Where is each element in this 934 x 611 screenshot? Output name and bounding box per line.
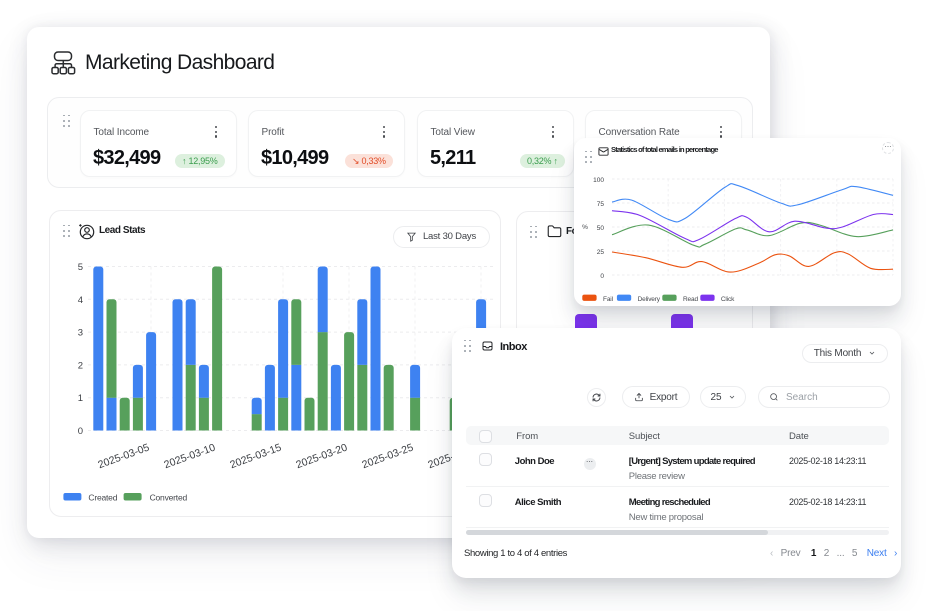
svg-text:Created: Created bbox=[88, 493, 117, 503]
svg-text:Read: Read bbox=[683, 296, 698, 303]
svg-text:0: 0 bbox=[78, 426, 83, 437]
svg-text:25: 25 bbox=[597, 249, 605, 256]
svg-text:2: 2 bbox=[78, 360, 83, 371]
svg-text:2025-03-20: 2025-03-20 bbox=[294, 441, 349, 471]
svg-text:4: 4 bbox=[78, 295, 83, 306]
svg-text:Converted: Converted bbox=[150, 493, 188, 503]
svg-text:Fail: Fail bbox=[603, 296, 614, 303]
svg-text:2025-03-25: 2025-03-25 bbox=[360, 441, 415, 471]
svg-text:2025-03-15: 2025-03-15 bbox=[228, 441, 283, 471]
svg-text:0: 0 bbox=[600, 273, 604, 280]
svg-text:50: 50 bbox=[597, 225, 605, 232]
svg-text:75: 75 bbox=[597, 201, 605, 208]
svg-text:Delivery: Delivery bbox=[638, 296, 661, 303]
svg-text:Click: Click bbox=[721, 296, 735, 303]
svg-text:1: 1 bbox=[78, 393, 83, 404]
svg-text:5: 5 bbox=[78, 262, 83, 273]
svg-text:100: 100 bbox=[593, 177, 604, 184]
svg-text:3: 3 bbox=[78, 328, 83, 339]
svg-text:2025-03-10: 2025-03-10 bbox=[162, 441, 217, 471]
svg-text:%: % bbox=[582, 224, 588, 231]
svg-text:2025-03-05: 2025-03-05 bbox=[96, 441, 151, 471]
